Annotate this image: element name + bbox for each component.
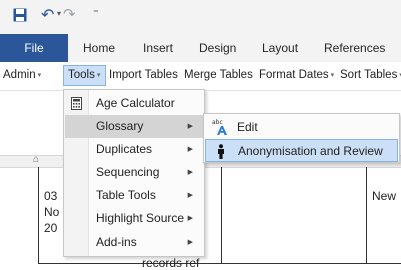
person-icon: [218, 144, 224, 159]
table-cell-text: 03: [44, 189, 58, 203]
ribbon-tabs: File Home Insert Design Layout Reference…: [0, 34, 401, 62]
menu-admin[interactable]: Admin ▾: [3, 69, 41, 81]
calculator-icon: [71, 97, 82, 110]
menu-item-label: Add-ins: [96, 235, 137, 249]
menu-import-tables[interactable]: Import Tables: [109, 69, 178, 81]
menu-item-label: Sequencing: [96, 165, 160, 179]
submenu-item-edit[interactable]: abc Edit: [205, 116, 398, 139]
tab-references[interactable]: References: [324, 34, 385, 62]
submenu-arrow-icon: ▶: [187, 215, 193, 222]
tab-design[interactable]: Design: [199, 34, 236, 62]
table-cell-text: New: [372, 189, 397, 203]
undo-dropdown-icon[interactable]: ▾: [57, 9, 61, 18]
chevron-down-icon: ▾: [37, 71, 42, 79]
submenu-arrow-icon: ▶: [187, 146, 193, 153]
customize-toolbar-icon[interactable]: ⁼: [93, 6, 99, 19]
tab-layout[interactable]: Layout: [262, 34, 298, 62]
menu-item-highlight-source[interactable]: Highlight Source ▶: [65, 207, 203, 230]
menu-item-label: Table Tools: [96, 188, 156, 202]
submenu-item-label: Anonymisation and Review: [238, 144, 383, 158]
addin-menubar: Admin ▾ Tools ▾ Import Tables Merge Tables…: [0, 62, 401, 91]
save-icon[interactable]: [13, 8, 27, 22]
chevron-down-icon: ▾: [96, 71, 101, 79]
menu-item-label: Age Calculator: [96, 96, 175, 110]
menu-item-add-ins[interactable]: Add-ins ▶: [65, 231, 203, 254]
table-border: [221, 167, 222, 264]
svg-text:abc: abc: [212, 119, 223, 126]
menu-item-sequencing[interactable]: Sequencing ▶: [65, 161, 203, 184]
glossary-submenu: abc Edit Anonymisation and Review: [203, 113, 400, 163]
submenu-arrow-icon: ▶: [187, 192, 193, 199]
menu-item-table-tools[interactable]: Table Tools ▶: [65, 184, 203, 207]
redo-icon[interactable]: ↷: [63, 5, 76, 23]
submenu-item-label: Edit: [237, 120, 258, 134]
table-border: [366, 167, 367, 264]
menu-item-label: Highlight Source: [96, 211, 185, 225]
submenu-arrow-icon: ▶: [187, 239, 193, 246]
table-cell-text: 20: [44, 221, 58, 235]
tab-file[interactable]: File: [0, 34, 68, 62]
menu-tools[interactable]: Tools ▾: [63, 65, 106, 86]
undo-icon[interactable]: ↶: [41, 5, 54, 24]
menu-sort-tables-label: Sort Tables: [340, 69, 398, 81]
menu-sort-tables[interactable]: Sort Tables▾: [340, 69, 401, 81]
menu-format-dates[interactable]: Format Dates ▾: [259, 69, 334, 81]
table-border: [38, 263, 401, 264]
indent-marker-icon[interactable]: ⌂: [33, 154, 39, 165]
table-border: [38, 167, 39, 264]
submenu-arrow-icon: ▶: [187, 123, 193, 130]
menu-item-label: Duplicates: [96, 142, 153, 156]
chevron-down-icon: ▾: [330, 71, 335, 79]
menu-merge-tables[interactable]: Merge Tables: [184, 69, 253, 81]
menu-format-dates-label: Format Dates: [259, 69, 329, 81]
submenu-arrow-icon: ▶: [187, 169, 193, 176]
menu-item-duplicates[interactable]: Duplicates ▶: [65, 138, 203, 161]
submenu-item-anonymisation-and-review[interactable]: Anonymisation and Review: [205, 139, 398, 162]
menu-tools-label: Tools: [68, 69, 95, 81]
spell-check-icon: abc: [212, 119, 227, 135]
tab-insert[interactable]: Insert: [143, 34, 173, 62]
menu-item-label: Glossary: [96, 119, 144, 133]
table-cell-text: No: [44, 205, 60, 219]
quick-access-toolbar: ↶ ▾ ↷ ⁼: [0, 0, 401, 34]
menu-item-age-calculator[interactable]: Age Calculator: [65, 92, 203, 115]
menu-admin-label: Admin: [3, 69, 36, 81]
tools-dropdown-menu: Age Calculator Glossary ▶ Duplicates ▶ S…: [63, 89, 205, 257]
tab-home[interactable]: Home: [83, 34, 115, 62]
menu-item-glossary[interactable]: Glossary ▶: [65, 115, 203, 138]
